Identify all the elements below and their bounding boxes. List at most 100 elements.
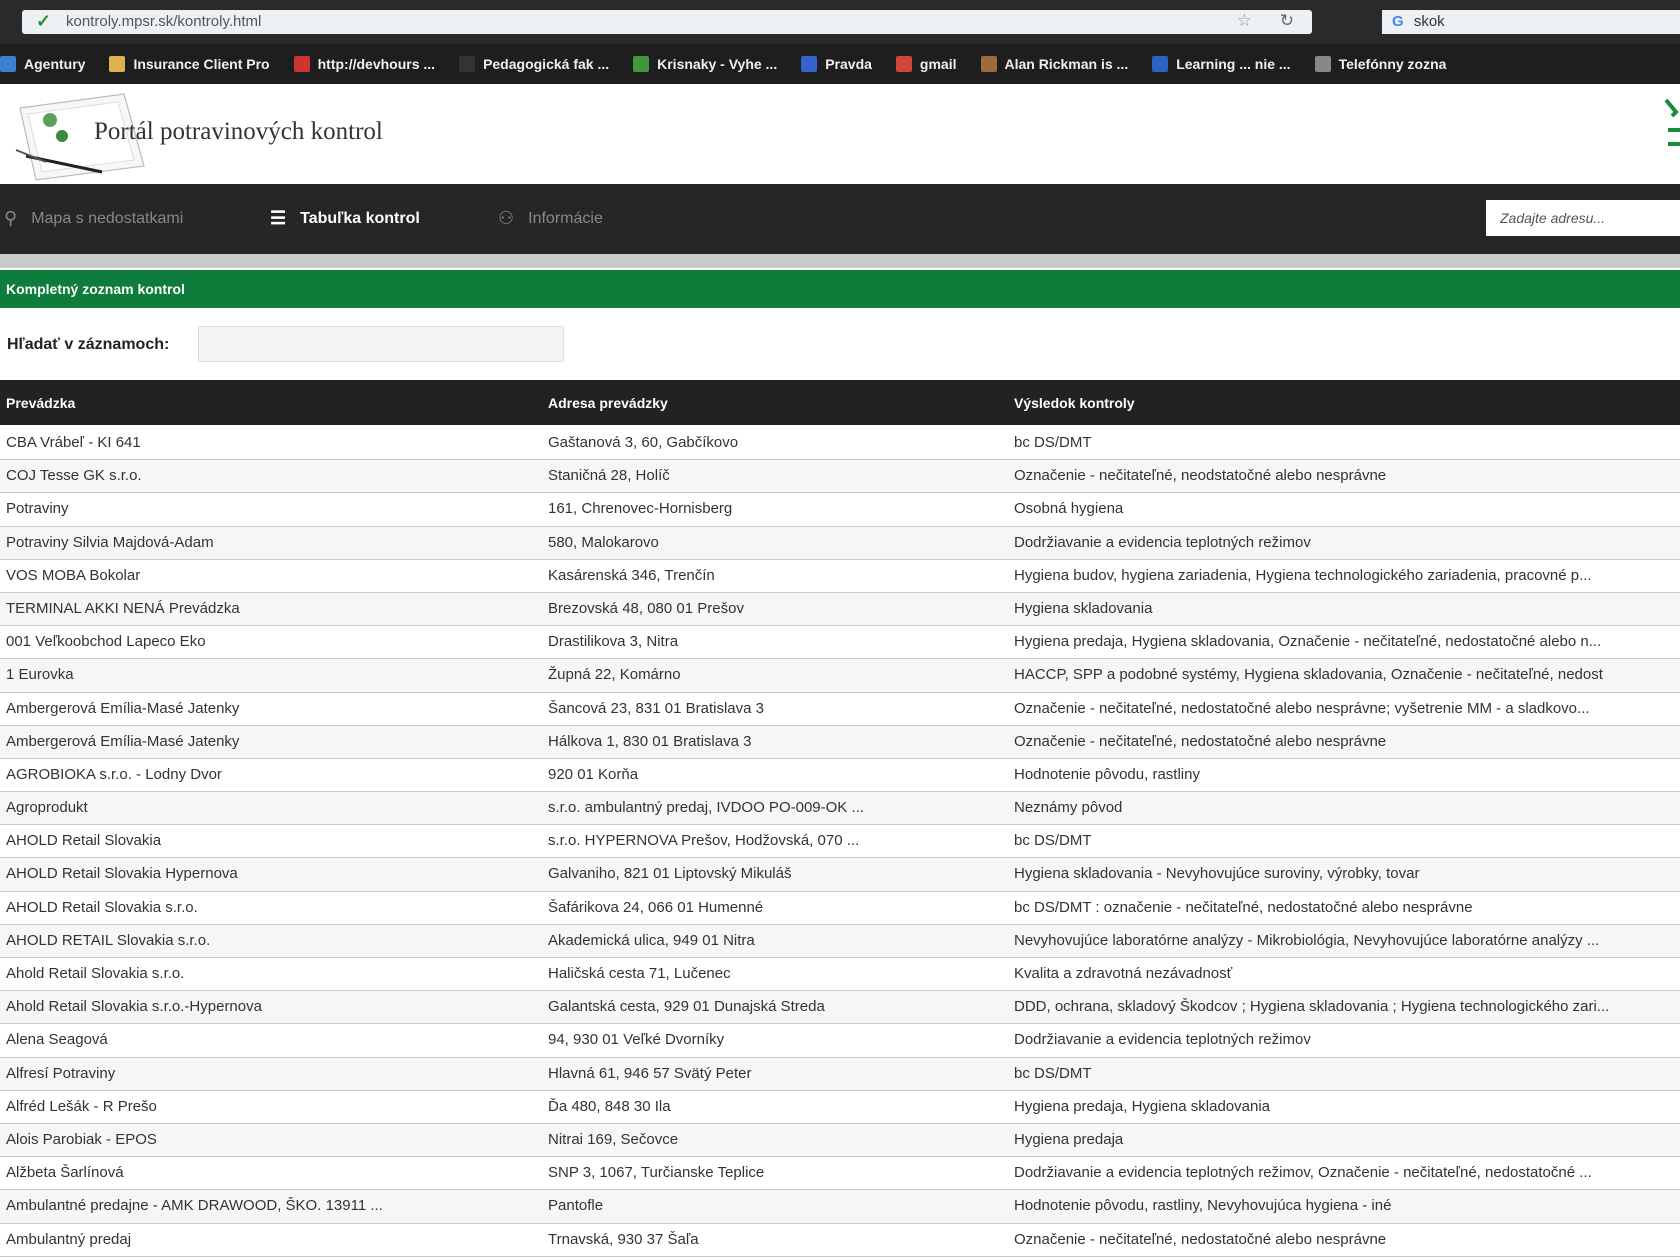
cell-address: Župná 22, Komárno [548,666,681,684]
column-header-result[interactable]: Výsledok kontroly [1014,395,1135,411]
table-row[interactable]: Ambergerová Emília-Masé Jatenky Hálkova 1… [0,725,1680,759]
photo-icon [980,56,997,72]
cell-establishment: Alžbeta Šarlínová [6,1164,124,1182]
browser-toolbar: ✓ kontroly.mpsr.sk/kontroly.html ☆ ↻ G s… [0,0,1680,44]
records-search-row: Hľadať v záznamoch: [0,326,1680,366]
bookmark-item[interactable]: Krisnaky - Vyhe ... [633,56,777,72]
table-row[interactable]: Ambergerová Emília-Masé Jatenky Šancová 2… [0,693,1680,726]
nav-table-label: Tabuľka kontrol [300,209,420,227]
records-search-label: Hľadať v záznamoch: [7,336,170,353]
cell-address: SNP 3, 1067, Turčianske Teplice [548,1164,765,1182]
nav-map-link[interactable]: ⚲ Mapa s nedostatkami [4,208,183,229]
bookmark-item[interactable]: Insurance Client Pro [109,56,270,72]
main-navigation: ⚲ Mapa s nedostatkami ☰ Tabuľka kontrol … [0,184,1680,254]
bookmark-label: Pedagogická fak ... [483,56,610,72]
divider [0,254,1680,268]
cell-result: Hygiena budov, hygiena zariadenia, Hygie… [1014,566,1592,584]
cell-establishment: AHOLD Retail Slovakia [6,832,162,850]
bookmark-item[interactable]: Learning ... nie ... [1152,56,1291,72]
map-pin-icon: ⚲ [4,208,18,228]
bookmark-item[interactable]: Agentury [0,56,85,72]
cell-address: 94, 930 01 Veľké Dvorníky [548,1031,725,1049]
nav-table-link[interactable]: ☰ Tabuľka kontrol [270,208,420,229]
bookmark-item[interactable]: gmail [895,56,957,72]
table-row[interactable]: AHOLD Retail Slovakia s.r.o. Šafárikova 2… [0,892,1680,925]
cell-establishment: Alfréd Lešák - R Prešo [6,1097,157,1115]
table-row[interactable]: Ambulantný predaj Trnavská, 930 37 Šaľa Oz… [0,1224,1680,1257]
bookmark-item[interactable]: http://devhours ... [293,56,435,72]
cell-address: Staničná 28, Holíč [548,467,670,485]
secure-check-icon: ✓ [36,11,52,31]
bookmark-star-icon[interactable]: ☆ [1237,11,1252,31]
page-icon [293,56,310,72]
cell-establishment: 001 Veľkoobchod Lapeco Eko [6,633,206,651]
cell-address: Hlavná 61, 946 57 Svätý Peter [548,1064,752,1082]
web-search-text: skok [1413,13,1445,30]
cell-establishment: TERMINAL AKKI NENÁ Prevádzka [6,599,240,617]
reload-icon[interactable]: ↻ [1280,11,1294,31]
table-row[interactable]: Potraviny 161, Chrenovec-Hornisberg Osobná… [0,493,1680,527]
partner-logo [1664,98,1680,146]
cell-result: Kvalita a zdravotná nezávadnosť [1014,965,1233,982]
table-row[interactable]: Alena Seagová 94, 930 01 Veľké Dvorníky Do… [0,1024,1680,1058]
cell-establishment: Alois Parobiak - EPOS [6,1130,157,1148]
address-bar[interactable]: ✓ kontroly.mpsr.sk/kontroly.html ☆ ↻ [22,10,1312,34]
cell-address: Haličská cesta 71, Lučenec [548,965,731,982]
cell-result: Hygiena predaja, Hygiena skladovania [1014,1097,1270,1115]
url-text: kontroly.mpsr.sk/kontroly.html [66,13,262,30]
bookmark-item[interactable]: Pravda [801,56,872,72]
cell-address: Trnavská, 930 37 Šaľa [548,1230,699,1248]
google-icon: G [1392,13,1404,30]
cell-result: Osobná hygiena [1014,500,1124,518]
folder-icon [0,56,16,72]
cell-result: Označenie - nečitateľné, neodstatočné al… [1014,467,1387,485]
table-row[interactable]: Alfresí Potraviny Hlavná 61, 946 57 Svätý… [0,1057,1680,1091]
cell-establishment: 1 Eurovka [6,666,74,684]
table-row[interactable]: 1 Eurovka Župná 22, Komárno HACCP, SPP a p… [0,659,1680,693]
bookmark-label: gmail [919,56,957,72]
web-search-box[interactable]: G skok [1382,10,1680,34]
cell-address: Galantská cesta, 929 01 Dunajská Streda [548,998,825,1016]
table-row[interactable]: CBA Vrábeľ - KI 641 Gaštanová 3, 60, Gabč… [0,427,1680,461]
table-row[interactable]: Agroprodukt s.r.o. ambulantný predaj, IVD… [0,792,1680,826]
bookmark-label: Telefónny zozna [1338,56,1447,72]
table-row[interactable]: Alois Parobiak - EPOS Nitrai 169, Sečovce… [0,1123,1680,1158]
cell-address: Akademická ulica, 949 01 Nitra [548,931,755,949]
bookmark-item[interactable]: Pedagogická fak ... [459,56,609,72]
cell-establishment: Potraviny [6,500,69,518]
table-row[interactable]: COJ Tesse GK s.r.o. Staničná 28, Holíč Ozn… [0,460,1680,494]
bookmark-label: Krisnaky - Vyhe ... [657,56,778,72]
table-row[interactable]: Ahold Retail Slovakia s.r.o. Haličská ces… [0,958,1680,992]
table-row[interactable]: TERMINAL AKKI NENÁ Prevádzka Brezovská 48… [0,592,1680,627]
bookmark-label: Alan Rickman is ... [1004,56,1129,72]
nav-info-label: Informácie [528,209,603,227]
nav-info-link[interactable]: ⚇ Informácie [498,208,603,229]
table-row[interactable]: VOS MOBA Bokolar Kasárenská 346, Trenčín H… [0,560,1680,593]
column-header-establishment[interactable]: Prevádzka [6,395,75,411]
records-search-input[interactable] [198,326,564,362]
table-row[interactable]: Potraviny Silvia Majdová-Adam 580, Maloka… [0,526,1680,560]
cell-establishment: Ambulantný predaj [6,1230,132,1248]
cell-address: Nitrai 169, Sečovce [548,1130,679,1148]
app-icon [109,56,126,72]
column-header-address[interactable]: Adresa prevádzky [548,395,668,411]
table-row[interactable]: AHOLD Retail Slovakia s.r.o. HYPERNOVA Pr… [0,825,1680,859]
cell-establishment: COJ Tesse GK s.r.o. [6,467,142,485]
bookmark-item[interactable]: Alan Rickman is ... [980,56,1129,72]
cell-establishment: Alena Seagová [6,1031,108,1049]
table-row[interactable]: Alžbeta Šarlínová SNP 3, 1067, Turčianske… [0,1157,1680,1191]
table-row[interactable]: AHOLD RETAIL Slovakia s.r.o. Akademická u… [0,924,1680,958]
table-row[interactable]: AHOLD Retail Slovakia Hypernova Galvaniho… [0,858,1680,892]
cell-result: bc DS/DMT [1014,434,1092,451]
table-row[interactable]: Ahold Retail Slovakia s.r.o.-Hypernova Ga… [0,991,1680,1025]
cell-result: Označenie - nečitateľné, nedostatočné al… [1014,732,1387,750]
cell-address: 580, Malokarovo [548,533,659,551]
address-search-input[interactable] [1486,200,1680,236]
bookmark-item[interactable]: Telefónny zozna [1314,56,1447,72]
cell-result: bc DS/DMT [1014,832,1092,850]
table-row[interactable]: Ambulantné predajne - AMK DRAWOOD, ŠKO. … [0,1190,1680,1224]
table-row[interactable]: 001 Veľkoobchod Lapeco Eko Drastilikova 3… [0,626,1680,660]
cell-result: Dodržiavanie a evidencia teplotných reži… [1014,1031,1311,1049]
table-row[interactable]: AGROBIOKA s.r.o. - Lodny Dvor 920 01 Korň… [0,759,1680,793]
table-row[interactable]: Alfréd Lešák - R Prešo Ďa 480, 848 30 Ila… [0,1091,1680,1124]
